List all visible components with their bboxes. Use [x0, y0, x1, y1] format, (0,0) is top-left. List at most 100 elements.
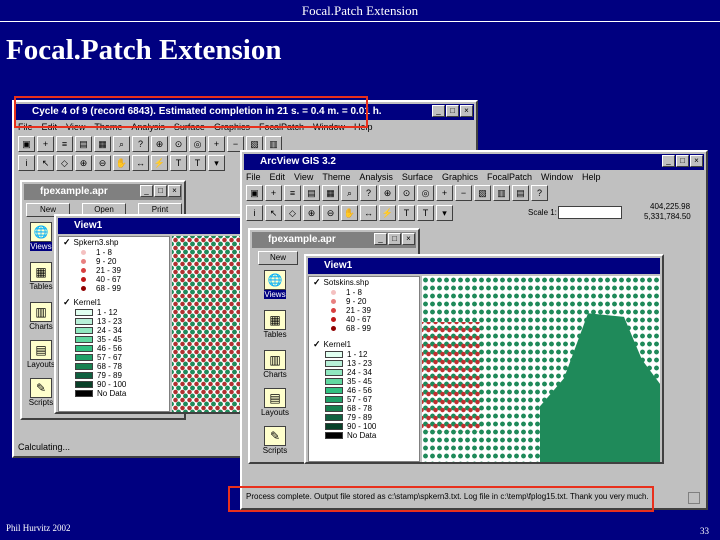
- query-icon[interactable]: ?: [132, 136, 149, 152]
- checkbox-icon[interactable]: ✓: [63, 297, 71, 308]
- tables-doc[interactable]: ▦ Tables: [24, 262, 58, 291]
- charts-doc[interactable]: ▥ Charts: [24, 302, 58, 331]
- menu-help[interactable]: Help: [582, 172, 601, 182]
- minimize-button[interactable]: _: [432, 105, 445, 117]
- layer-kernel1[interactable]: ✓ Kernel1: [309, 339, 419, 350]
- menu-window[interactable]: Window: [541, 172, 573, 182]
- pointer-icon[interactable]: ↖: [37, 155, 54, 171]
- zoom-active-icon[interactable]: ⊙: [398, 185, 415, 201]
- project-maximize-button[interactable]: □: [388, 233, 401, 245]
- edit-legend-icon[interactable]: ▤: [303, 185, 320, 201]
- zoom-in-icon[interactable]: +: [436, 185, 453, 201]
- checkbox-icon[interactable]: ✓: [313, 339, 321, 350]
- draw-icon[interactable]: ▾: [436, 205, 453, 221]
- menu-surface[interactable]: Surface: [402, 172, 433, 182]
- view1-front-titlebar[interactable]: View1: [308, 258, 660, 274]
- status-highlight-box: [228, 486, 654, 512]
- project-maximize-button[interactable]: □: [154, 185, 167, 197]
- find-icon[interactable]: ⌕: [113, 136, 130, 152]
- layer-kernel1[interactable]: ✓ Kernel1: [59, 297, 169, 308]
- layouts-doc[interactable]: ▤ Layouts: [24, 340, 58, 369]
- table-icon[interactable]: ▦: [94, 136, 111, 152]
- save-icon[interactable]: ▣: [246, 185, 263, 201]
- legend-class: 13 - 23: [309, 359, 419, 368]
- scale-input[interactable]: [558, 206, 622, 219]
- measure-icon[interactable]: ↔: [360, 205, 377, 221]
- label-icon[interactable]: T: [398, 205, 415, 221]
- vertex-icon[interactable]: ◇: [284, 205, 301, 221]
- pan-icon[interactable]: ✋: [113, 155, 130, 171]
- zoom-selected-icon[interactable]: ◎: [189, 136, 206, 152]
- new-button[interactable]: New: [258, 251, 298, 265]
- project-close-button[interactable]: ×: [168, 185, 181, 197]
- views-doc[interactable]: 🌐 Views: [24, 222, 58, 251]
- layer-sotskins[interactable]: ✓ Sotskins.shp: [309, 277, 419, 288]
- draw-icon[interactable]: ▾: [208, 155, 225, 171]
- edit-legend-icon[interactable]: ▤: [75, 136, 92, 152]
- save-icon[interactable]: ▣: [18, 136, 35, 152]
- table-icon[interactable]: ▦: [322, 185, 339, 201]
- legend-dot: [331, 290, 336, 295]
- theme-properties-icon[interactable]: ≡: [56, 136, 73, 152]
- tables-doc[interactable]: ▦ Tables: [258, 310, 292, 339]
- menu-view[interactable]: View: [294, 172, 313, 182]
- scripts-doc[interactable]: ✎ Scripts: [258, 426, 292, 455]
- add-theme-icon[interactable]: +: [265, 185, 282, 201]
- resize-grip-icon[interactable]: [688, 492, 700, 504]
- label-icon[interactable]: T: [170, 155, 187, 171]
- menu-focalpatch[interactable]: FocalPatch: [487, 172, 532, 182]
- window-front-titlebar[interactable]: ArcView GIS 3.2: [244, 154, 704, 170]
- menu-theme[interactable]: Theme: [322, 172, 350, 182]
- scripts-doc[interactable]: ✎ Scripts: [24, 378, 58, 407]
- text-icon[interactable]: T: [417, 205, 434, 221]
- legend-swatch: [325, 378, 343, 385]
- zoomout-tool-icon[interactable]: ⊖: [322, 205, 339, 221]
- zoom-selected-icon[interactable]: ◎: [417, 185, 434, 201]
- chart-icon[interactable]: ▥: [493, 185, 510, 201]
- zoom-out-icon[interactable]: −: [455, 185, 472, 201]
- select-icon[interactable]: ▧: [474, 185, 491, 201]
- checkbox-icon[interactable]: ✓: [63, 237, 71, 248]
- theme-properties-icon[interactable]: ≡: [284, 185, 301, 201]
- add-theme-icon[interactable]: +: [37, 136, 54, 152]
- zoomin-tool-icon[interactable]: ⊕: [75, 155, 92, 171]
- menu-edit[interactable]: Edit: [270, 172, 286, 182]
- hotlink-icon[interactable]: ⚡: [379, 205, 396, 221]
- front-minimize-button[interactable]: _: [662, 155, 675, 167]
- measure-icon[interactable]: ↔: [132, 155, 149, 171]
- layout-icon[interactable]: ▤: [512, 185, 529, 201]
- vertex-icon[interactable]: ◇: [56, 155, 73, 171]
- zoomout-tool-icon[interactable]: ⊖: [94, 155, 111, 171]
- views-doc[interactable]: 🌐 Views: [258, 270, 292, 299]
- front-close-button[interactable]: ×: [690, 155, 703, 167]
- zoom-full-icon[interactable]: ⊕: [151, 136, 168, 152]
- menu-file[interactable]: File: [246, 172, 261, 182]
- legend-dot: [331, 299, 336, 304]
- layer-spkern3[interactable]: ✓ Spkern3.shp: [59, 237, 169, 248]
- info-icon[interactable]: i: [246, 205, 263, 221]
- text-icon[interactable]: T: [189, 155, 206, 171]
- info-icon[interactable]: i: [18, 155, 35, 171]
- help-icon[interactable]: ?: [531, 185, 548, 201]
- hotlink-icon[interactable]: ⚡: [151, 155, 168, 171]
- close-button[interactable]: ×: [460, 105, 473, 117]
- query-icon[interactable]: ?: [360, 185, 377, 201]
- checkbox-icon[interactable]: ✓: [313, 277, 321, 288]
- maximize-button[interactable]: □: [446, 105, 459, 117]
- zoom-full-icon[interactable]: ⊕: [379, 185, 396, 201]
- project-minimize-button[interactable]: _: [140, 185, 153, 197]
- menu-graphics[interactable]: Graphics: [442, 172, 478, 182]
- project-close-button[interactable]: ×: [402, 233, 415, 245]
- map-display-front[interactable]: [422, 276, 660, 462]
- pointer-icon[interactable]: ↖: [265, 205, 282, 221]
- zoomin-tool-icon[interactable]: ⊕: [303, 205, 320, 221]
- pan-icon[interactable]: ✋: [341, 205, 358, 221]
- find-icon[interactable]: ⌕: [341, 185, 358, 201]
- front-maximize-button[interactable]: □: [676, 155, 689, 167]
- layouts-doc[interactable]: ▤ Layouts: [258, 388, 292, 417]
- charts-doc[interactable]: ▥ Charts: [258, 350, 292, 379]
- zoom-active-icon[interactable]: ⊙: [170, 136, 187, 152]
- project-minimize-button[interactable]: _: [374, 233, 387, 245]
- zoom-in-icon[interactable]: +: [208, 136, 225, 152]
- menu-analysis[interactable]: Analysis: [359, 172, 393, 182]
